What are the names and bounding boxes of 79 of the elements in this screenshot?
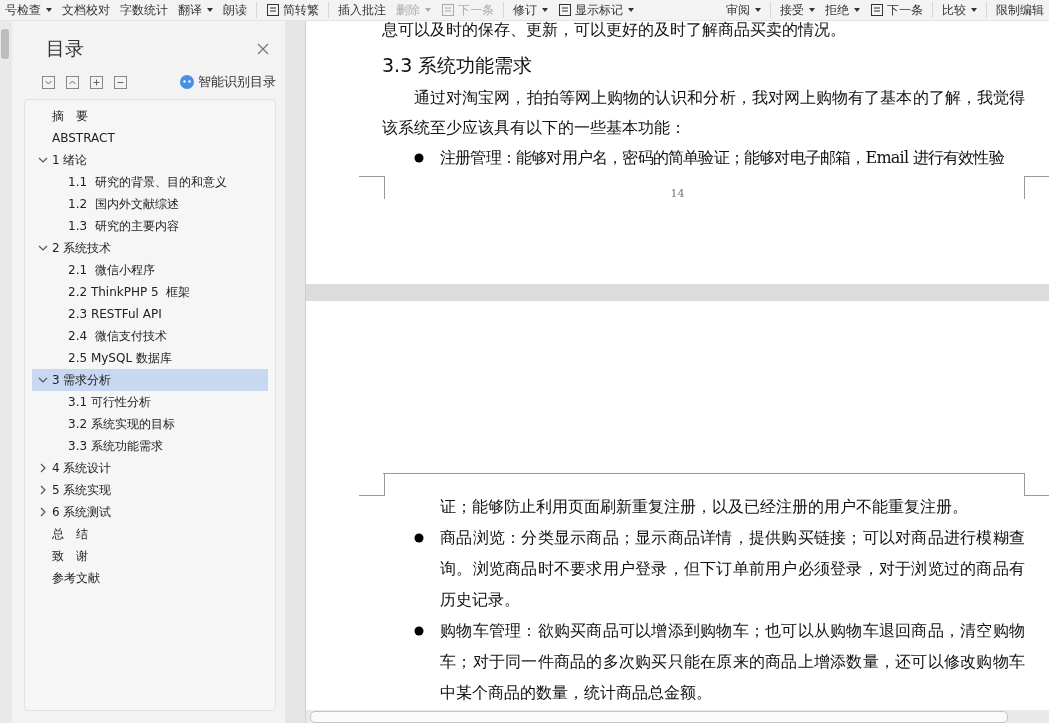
caret-icon <box>425 8 431 12</box>
toc-item[interactable]: 3 需求分析 <box>32 369 268 391</box>
caret-icon <box>46 8 52 12</box>
chevron-down-icon[interactable] <box>38 243 48 253</box>
body-text: 证；能够防止利用页面刷新重复注册，以及已经注册的用户不能重复注册。 <box>439 496 969 518</box>
plus-icon[interactable] <box>90 75 103 89</box>
caret-icon <box>809 8 815 12</box>
scrollbar-thumb[interactable] <box>310 711 1008 723</box>
ribbon-button[interactable]: 文档校对 <box>57 1 115 19</box>
robot-icon <box>180 75 194 89</box>
toc-item[interactable]: 1.1 研究的背景、目的和意义 <box>32 171 268 193</box>
ribbon-button[interactable]: 修订 <box>508 1 553 19</box>
body-text: 息可以及时的保存、更新，可以更好的及时了解商品买卖的情况。 <box>382 21 847 41</box>
collapse-up-icon[interactable] <box>66 75 79 89</box>
chevron-right-icon[interactable] <box>38 485 48 495</box>
section-heading: 3.3 系统功能需求 <box>382 53 534 78</box>
toc-item[interactable]: 2.2 ThinkPHP 5 框架 <box>32 281 268 303</box>
page-number: 14 <box>670 187 685 200</box>
chevron-down-icon[interactable] <box>38 155 48 165</box>
toc-item[interactable]: 2.1 微信小程序 <box>32 259 268 281</box>
toc-item[interactable]: 致 谢 <box>32 545 268 567</box>
caret-icon <box>854 8 860 12</box>
bullet-icon <box>414 626 424 636</box>
document-icon <box>266 4 280 16</box>
ribbon-button[interactable]: 下一条 <box>865 1 928 19</box>
panel-title: 目录 <box>46 36 84 61</box>
toc-item[interactable]: 2.4 微信支付技术 <box>32 325 268 347</box>
toc-item[interactable]: 1 绪论 <box>32 149 268 171</box>
ribbon-button[interactable]: 拒绝 <box>820 1 865 19</box>
toc-item[interactable]: 2.5 MySQL 数据库 <box>32 347 268 369</box>
ribbon-button[interactable]: 显示标记 <box>553 1 639 19</box>
caret-icon <box>542 8 548 12</box>
toc-item[interactable]: 2.3 RESTFul API <box>32 303 268 325</box>
ribbon-button[interactable]: 限制编辑 <box>991 1 1049 19</box>
toc-item[interactable]: 参考文献 <box>32 567 268 589</box>
crop-mark <box>359 176 385 199</box>
ribbon-button[interactable]: 号检查 <box>0 1 57 19</box>
ribbon-button[interactable]: 朗读 <box>218 1 252 19</box>
chevron-down-icon[interactable] <box>38 375 48 385</box>
document-icon <box>558 4 572 16</box>
toc-item[interactable]: 3.3 系统功能需求 <box>32 435 268 457</box>
toc-item[interactable]: 1.3 研究的主要内容 <box>32 215 268 237</box>
toc-item[interactable]: 3.2 系统实现的目标 <box>32 413 268 435</box>
ribbon-button[interactable]: 接受 <box>775 1 820 19</box>
toc-item[interactable]: 摘 要 <box>32 105 268 127</box>
caret-icon <box>755 8 761 12</box>
toc-item[interactable]: 2 系统技术 <box>32 237 268 259</box>
body-text: 通过对淘宝网，拍拍等网上购物的认识和分析，我对网上购物有了基本的了解，我觉得该系统至少应该具有以下的一些基本功能： <box>382 87 1025 139</box>
close-icon[interactable] <box>257 43 269 55</box>
toc-item[interactable]: ABSTRACT <box>32 127 268 149</box>
smart-toc-button[interactable]: 智能识别目录 <box>180 73 276 91</box>
toc-item[interactable]: 总 结 <box>32 523 268 545</box>
collapse-down-icon[interactable] <box>42 75 55 89</box>
document-icon <box>441 4 455 16</box>
bullet-icon <box>414 153 424 163</box>
minus-icon[interactable] <box>114 75 127 89</box>
chevron-right-icon[interactable] <box>38 507 48 517</box>
toc-item[interactable]: 1.2 国内外文献综述 <box>32 193 268 215</box>
toc-item[interactable]: 4 系统设计 <box>32 457 268 479</box>
ribbon-button[interactable]: 字数统计 <box>115 1 173 19</box>
caret-icon <box>207 8 213 12</box>
crop-mark <box>1024 176 1049 199</box>
bullet-icon <box>414 533 424 543</box>
bullet-text: 商品浏览：分类显示商品；显示商品详情，提供购买链接；可以对商品进行模糊查询。浏览商品时不要求用户登录，但下订单前用户必须登录，对于浏览过的商品有历史记录。 <box>440 527 1025 611</box>
toc-item[interactable]: 6 系统测试 <box>32 501 268 523</box>
caret-icon <box>971 8 977 12</box>
bullet-text: 购物车管理：欲购买商品可以增添到购物车；也可以从购物车退回商品，清空购物车；对于同一件商品的多次购买只能在原来的商品上增添数量，还可以修改购物车中某个商品的数量，统计商品总金额。 <box>440 620 1025 704</box>
ribbon-button[interactable]: 插入批注 <box>333 1 391 19</box>
ribbon-button[interactable]: 比较 <box>937 1 982 19</box>
scrollbar-thumb[interactable] <box>1 29 9 59</box>
ribbon-button[interactable]: 审阅 <box>721 1 766 19</box>
toc-item[interactable]: 3.1 可行性分析 <box>32 391 268 413</box>
document-icon <box>870 4 884 16</box>
chevron-right-icon[interactable] <box>38 463 48 473</box>
bullet-text: 注册管理：能够对用户名，密码的简单验证；能够对电子邮箱，Email 进行有效性验 <box>440 147 1005 169</box>
toc-item[interactable]: 5 系统实现 <box>32 479 268 501</box>
ribbon-button[interactable]: 简转繁 <box>261 1 324 19</box>
caret-icon <box>628 8 634 12</box>
ribbon-button[interactable]: 翻译 <box>173 1 218 19</box>
